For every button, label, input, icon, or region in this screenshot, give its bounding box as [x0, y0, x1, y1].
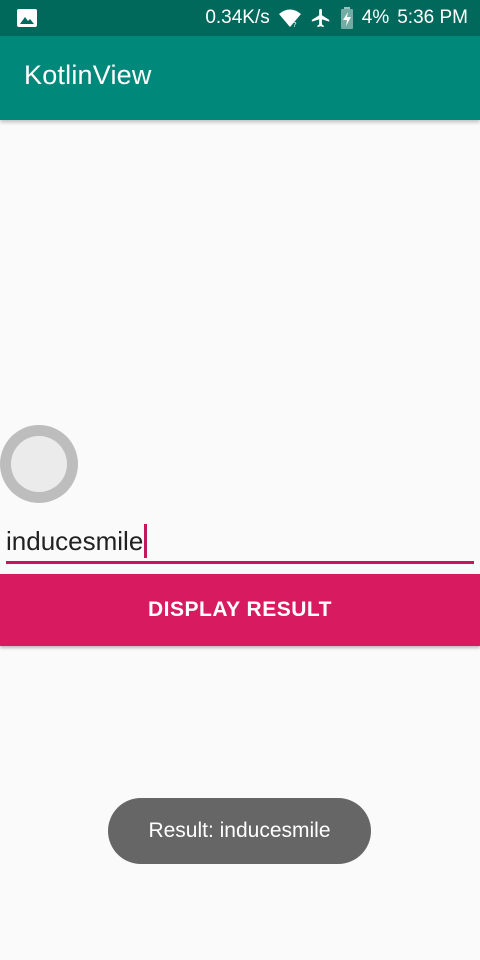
app-bar: KotlinView — [0, 36, 480, 120]
battery-percent: 4% — [361, 7, 390, 28]
image-icon — [16, 8, 38, 28]
text-input-value: inducesmile — [6, 526, 144, 556]
status-bar: 0.34K/s ? 4% 5:36 PM — [0, 0, 480, 36]
text-input-underline — [6, 561, 474, 564]
text-cursor — [144, 524, 148, 558]
clock: 5:36 PM — [397, 7, 468, 28]
status-indicators: 0.34K/s ? 4% 5:36 PM — [205, 0, 468, 36]
app-screen: 0.34K/s ? 4% 5:36 PM KotlinView inducesm… — [0, 0, 480, 960]
svg-text:?: ? — [293, 21, 297, 28]
wifi-icon: ? — [278, 8, 302, 28]
network-speed: 0.34K/s — [205, 7, 270, 28]
battery-charging-icon — [340, 7, 354, 29]
text-input[interactable]: inducesmile — [6, 518, 474, 564]
display-result-button[interactable]: DISPLAY RESULT — [0, 574, 480, 646]
toast-text: Result: inducesmile — [148, 819, 331, 842]
radio-button[interactable] — [0, 425, 78, 503]
airplane-icon — [310, 7, 332, 29]
radio-button-inner — [11, 436, 67, 492]
app-title: KotlinView — [24, 60, 152, 90]
toast: Result: inducesmile — [108, 798, 371, 864]
